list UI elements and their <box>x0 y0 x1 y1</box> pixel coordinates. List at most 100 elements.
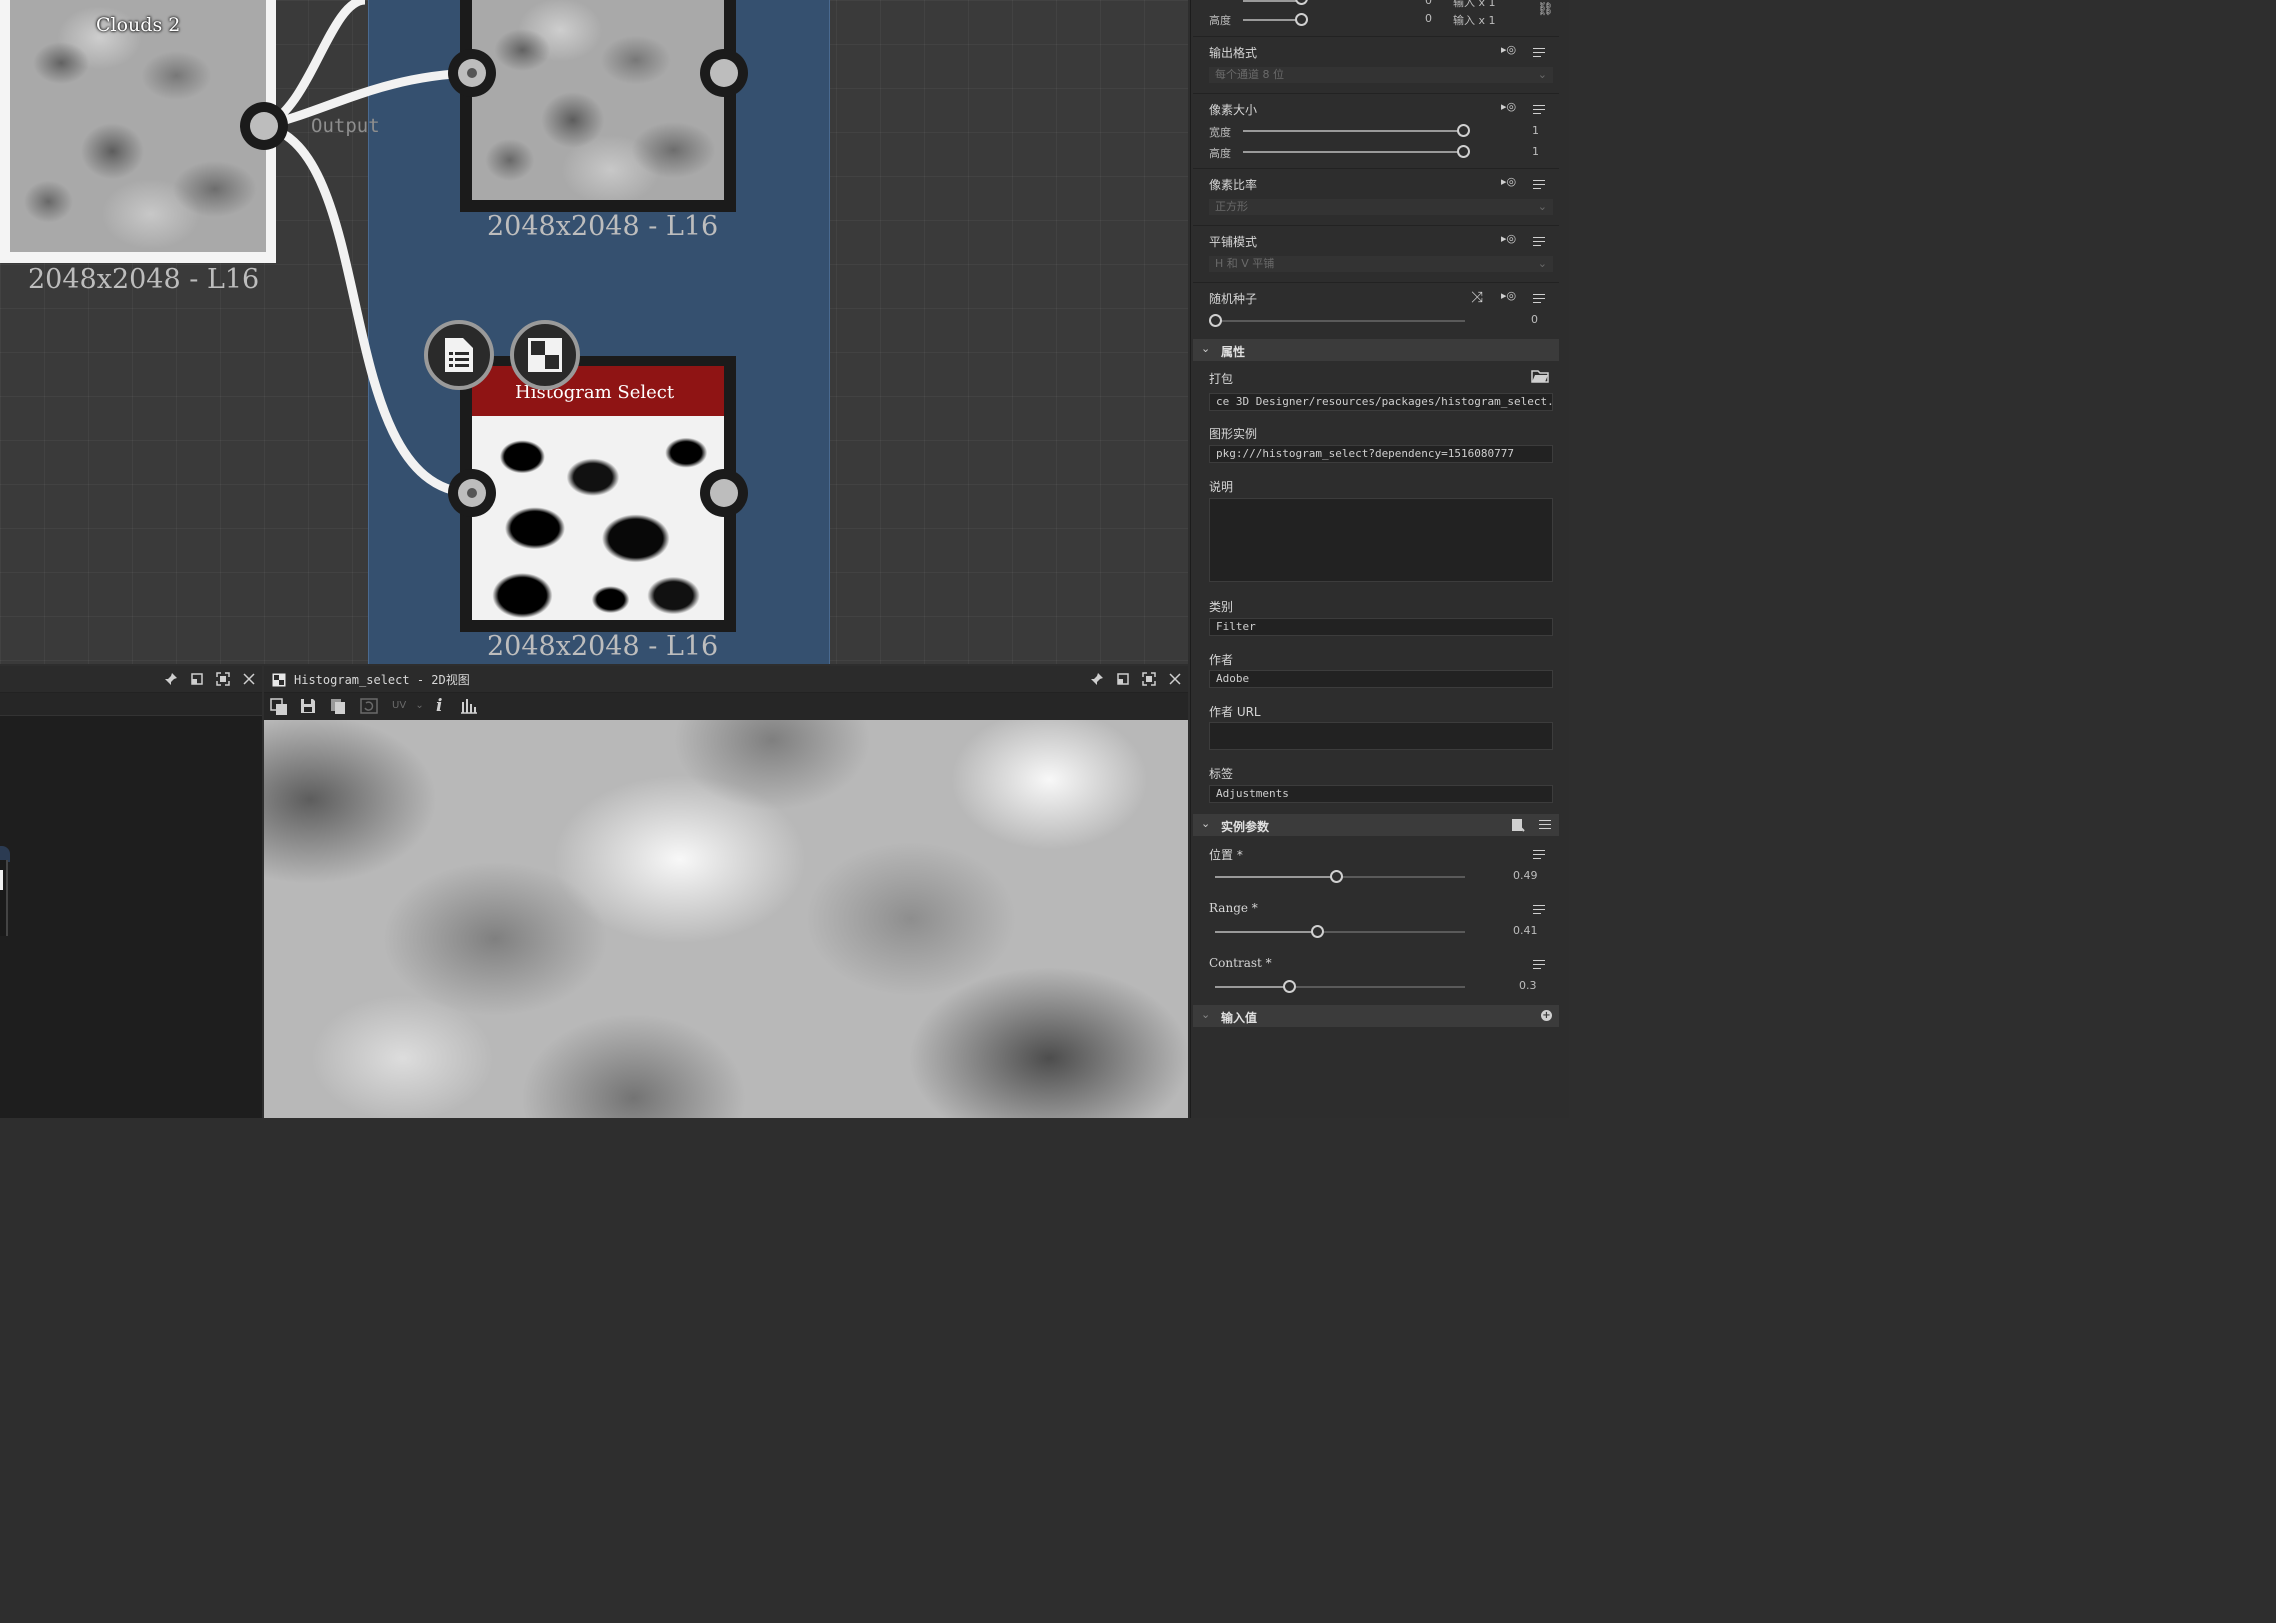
maximize-icon[interactable] <box>1142 671 1156 686</box>
2d-view-toolbar: UV ⌄ i <box>264 693 1188 720</box>
inherit-icon[interactable]: ▸◎ <box>1501 43 1516 56</box>
pixel-height-slider-track[interactable] <box>1243 151 1461 153</box>
pixel-ratio-label: 像素比率 <box>1209 178 1258 192</box>
position-slider-knob[interactable] <box>1330 870 1343 883</box>
output-format-select[interactable]: 每个通道 8 位 ⌄ <box>1209 67 1553 83</box>
package-field[interactable]: ce 3D Designer/resources/packages/histog… <box>1209 393 1553 411</box>
clouds-thumbnail <box>10 0 266 252</box>
menu-icon[interactable] <box>1539 820 1551 830</box>
histogram-select-node[interactable]: Histogram Select <box>460 356 736 632</box>
instance-params-section-header[interactable]: ⌄ 实例参数 <box>1193 814 1559 836</box>
height-value: 0 <box>1425 12 1432 25</box>
menu-icon[interactable] <box>1533 850 1545 860</box>
author-label: 作者 <box>1209 653 1234 667</box>
inherit-icon[interactable]: ▸◎ <box>1501 100 1516 113</box>
width-value: 0 <box>1425 0 1432 7</box>
output-format-value: 每个通道 8 位 <box>1215 68 1284 81</box>
checker-preview-button[interactable] <box>510 320 580 390</box>
histogram-input-socket[interactable] <box>448 469 496 517</box>
2d-view-panel[interactable]: Histogram_select - 2D视图 UV ⌄ i <box>264 666 1188 1118</box>
height-suffix: 输入 x 1 <box>1453 14 1496 27</box>
menu-icon[interactable] <box>1533 105 1545 115</box>
seed-slider-track[interactable] <box>1215 320 1465 322</box>
uv-dropdown[interactable]: UV ⌄ <box>392 700 424 711</box>
menu-icon[interactable] <box>1533 294 1545 304</box>
close-icon[interactable] <box>1168 671 1182 685</box>
maximize-icon[interactable] <box>216 671 230 686</box>
inherit-icon[interactable]: ▸◎ <box>1501 232 1516 245</box>
menu-icon[interactable] <box>1533 180 1545 190</box>
pixel-ratio-select[interactable]: 正方形 ⌄ <box>1209 199 1553 215</box>
graph-instance-field[interactable]: pkg:///histogram_select?dependency=15160… <box>1209 445 1553 463</box>
pixel-width-slider-knob[interactable] <box>1457 124 1470 137</box>
menu-icon[interactable] <box>1533 48 1545 58</box>
upper-node-thumbnail <box>472 0 724 200</box>
info-icon[interactable]: i <box>436 696 442 716</box>
2d-view-icon <box>272 672 286 691</box>
clouds-node[interactable]: Clouds 2 <box>0 0 276 263</box>
upper-node-output-socket[interactable] <box>700 49 748 97</box>
top-height-slider-knob[interactable] <box>1295 13 1308 26</box>
menu-icon[interactable] <box>1533 905 1545 915</box>
tags-label: 标签 <box>1209 767 1234 781</box>
chevron-down-icon: ⌄ <box>1537 257 1547 270</box>
folder-icon[interactable] <box>1531 369 1549 386</box>
author-url-field[interactable] <box>1209 722 1553 750</box>
save-icon[interactable] <box>300 698 316 718</box>
menu-icon[interactable] <box>1533 960 1545 970</box>
shuffle-icon[interactable]: ⤨ <box>1471 288 1483 306</box>
3d-view-object-edge <box>0 846 10 946</box>
pixel-height-value: 1 <box>1532 145 1539 158</box>
view-options-icon[interactable] <box>270 698 288 720</box>
left-dock-panel[interactable] <box>0 666 262 1118</box>
close-icon[interactable] <box>242 671 256 685</box>
attributes-section-header[interactable]: ⌄ 属性 <box>1193 339 1559 361</box>
top-width-slider-knob[interactable] <box>1295 0 1308 5</box>
inherit-icon[interactable]: ▸◎ <box>1501 289 1516 302</box>
upper-node[interactable] <box>460 0 736 212</box>
inherit-icon[interactable]: ▸◎ <box>1501 175 1516 188</box>
copy-icon[interactable] <box>330 698 346 718</box>
clouds-output-socket[interactable] <box>240 102 288 150</box>
description-field[interactable] <box>1209 498 1553 582</box>
category-field[interactable]: Filter <box>1209 618 1553 636</box>
document-button[interactable] <box>424 320 494 390</box>
input-values-section-header[interactable]: ⌄ 输入值 + <box>1193 1005 1559 1027</box>
float-icon[interactable] <box>1116 671 1130 685</box>
chevron-down-icon: ⌄ <box>1201 1008 1211 1021</box>
contrast-slider-knob[interactable] <box>1283 980 1296 993</box>
2d-view-canvas[interactable] <box>264 720 1188 1118</box>
preset-icon[interactable] <box>1511 818 1525 835</box>
seed-label: 随机种子 <box>1209 292 1258 306</box>
graph-editor[interactable]: Clouds 2 Output 2048x2048 - L16 2048x204… <box>0 0 1188 664</box>
pixel-width-slider-track[interactable] <box>1243 130 1461 132</box>
upper-node-input-socket[interactable] <box>448 49 496 97</box>
menu-icon[interactable] <box>1533 237 1545 247</box>
range-slider-knob[interactable] <box>1311 925 1324 938</box>
properties-panel[interactable]: ⛓ 输入 x 1 0 高度 0 输入 x 1 输出格式 ▸◎ 每个通道 8 位 … <box>1190 0 1569 1118</box>
attributes-section-title: 属性 <box>1221 345 1246 359</box>
input-values-section-title: 输入值 <box>1221 1011 1258 1025</box>
seed-slider-knob[interactable] <box>1209 314 1222 327</box>
pixel-width-label: 宽度 <box>1209 126 1231 139</box>
link-icon[interactable]: ⛓ <box>1537 2 1554 17</box>
chevron-down-icon: ⌄ <box>415 700 424 711</box>
range-label: Range * <box>1209 901 1258 915</box>
float-icon[interactable] <box>190 671 204 685</box>
histogram-icon[interactable] <box>460 698 478 718</box>
clouds-node-title: Clouds 2 <box>96 14 181 36</box>
histogram-output-socket[interactable] <box>700 469 748 517</box>
add-icon[interactable]: + <box>1541 1010 1552 1021</box>
description-label: 说明 <box>1209 480 1234 494</box>
pin-icon[interactable] <box>164 671 178 685</box>
author-field[interactable]: Adobe <box>1209 670 1553 688</box>
chevron-down-icon: ⌄ <box>1201 817 1211 830</box>
contrast-value: 0.3 <box>1519 979 1537 992</box>
range-value: 0.41 <box>1513 924 1538 937</box>
pixel-height-slider-knob[interactable] <box>1457 145 1470 158</box>
pin-icon[interactable] <box>1090 671 1104 685</box>
tags-field[interactable]: Adjustments <box>1209 785 1553 803</box>
tiling-select[interactable]: H 和 V 平铺 ⌄ <box>1209 256 1553 272</box>
graph-instance-label: 图形实例 <box>1209 427 1258 441</box>
refresh-icon[interactable] <box>360 698 378 718</box>
